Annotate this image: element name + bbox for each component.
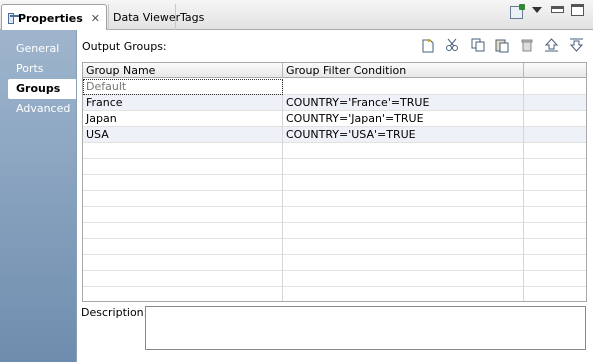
table-row[interactable]: Default [83, 79, 586, 95]
view-menu-chevron-down-icon[interactable] [532, 7, 542, 13]
group-name-cell[interactable]: USA [83, 127, 283, 143]
group-filter-condition-cell[interactable] [283, 79, 524, 95]
group-filter-condition-cell[interactable]: COUNTRY='Japan'=TRUE [283, 111, 524, 127]
empty-table-row [83, 287, 586, 301]
group-filter-condition-cell[interactable]: COUNTRY='USA'=TRUE [283, 127, 524, 143]
empty-table-row [83, 143, 586, 159]
column-header-extra[interactable] [524, 63, 586, 78]
group-name-cell[interactable]: France [83, 95, 283, 111]
pin-view-icon[interactable] [510, 4, 525, 19]
delete-icon[interactable] [518, 36, 536, 54]
output-groups-table[interactable]: Group Name Group Filter Condition Defaul… [82, 62, 587, 302]
empty-table-row [83, 255, 586, 271]
cut-icon[interactable] [443, 36, 461, 54]
new-icon[interactable] [419, 36, 437, 54]
copy-icon[interactable] [469, 36, 487, 54]
sidebar-item-general[interactable]: General [16, 42, 59, 55]
move-down-icon[interactable] [567, 36, 585, 54]
description-field[interactable] [145, 306, 586, 350]
sidebar-item-advanced[interactable]: Advanced [16, 102, 70, 115]
empty-table-row [83, 207, 586, 223]
group-name-cell[interactable]: Default [83, 79, 283, 95]
tab-properties-label: Properties [17, 11, 83, 25]
paste-icon[interactable] [493, 36, 511, 54]
empty-table-row [83, 191, 586, 207]
output-groups-label: Output Groups: [82, 40, 167, 53]
empty-cell [524, 111, 586, 127]
empty-cell [524, 127, 586, 143]
empty-table-row [83, 159, 586, 175]
group-filter-condition-cell[interactable]: COUNTRY='France'=TRUE [283, 95, 524, 111]
table-row[interactable]: USA COUNTRY='USA'=TRUE [83, 127, 586, 143]
empty-table-row [83, 175, 586, 191]
close-icon[interactable]: ✕ [91, 12, 100, 25]
tab-properties[interactable]: Properties ✕ [1, 4, 107, 31]
properties-icon [8, 12, 19, 24]
sidebar-item-ports[interactable]: Ports [16, 62, 44, 75]
empty-cell [524, 79, 586, 95]
tab-tags[interactable]: Tags [175, 4, 210, 30]
tab-tags-label: Tags [180, 10, 205, 24]
tab-data-viewer-label: Data Viewer [113, 10, 181, 24]
table-row[interactable]: Japan COUNTRY='Japan'=TRUE [83, 111, 586, 127]
move-up-icon[interactable] [542, 36, 560, 54]
column-header-group-name[interactable]: Group Name [83, 63, 283, 78]
groups-panel: Output Groups: Group Name Group Filter C… [76, 30, 593, 362]
table-header: Group Name Group Filter Condition [83, 63, 586, 78]
maximize-icon[interactable] [571, 4, 584, 16]
empty-table-row [83, 239, 586, 255]
group-name-cell[interactable]: Japan [83, 111, 283, 127]
empty-table-row [83, 271, 586, 287]
minimize-icon[interactable] [551, 6, 564, 13]
table-row[interactable]: France COUNTRY='France'=TRUE [83, 95, 586, 111]
empty-table-row [83, 223, 586, 239]
empty-cell [524, 95, 586, 111]
view-tab-bar: Properties ✕ Data Viewer Tags [0, 0, 593, 31]
sidebar-item-groups[interactable]: Groups [8, 79, 76, 99]
properties-sidebar: General Ports Groups Advanced [0, 30, 76, 362]
column-header-group-filter-condition[interactable]: Group Filter Condition [283, 63, 524, 78]
description-label: Description: [81, 306, 148, 319]
